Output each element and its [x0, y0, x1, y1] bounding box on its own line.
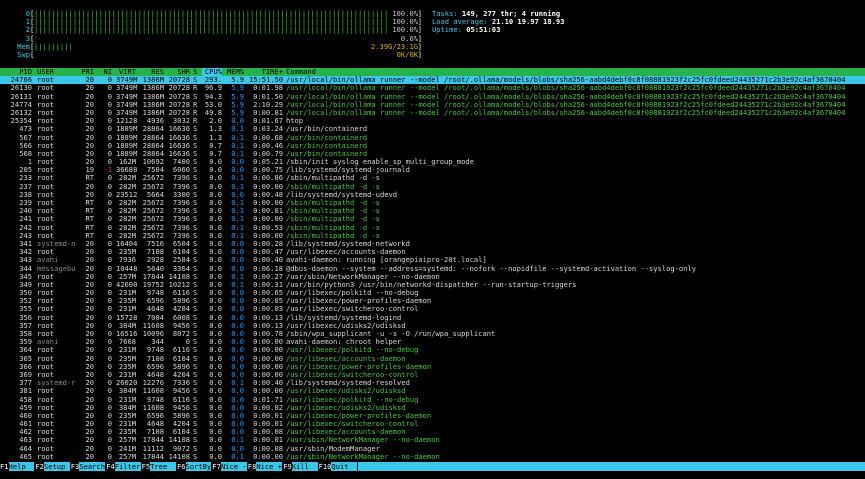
meter-fill: ||||||||||||||||||||||||||||||||||||||||…: [34, 10, 418, 18]
meter-swp: Swp[||||||||||||||||||||||||||||||||||||…: [0, 49, 428, 60]
cell-ni: 0: [107, 451, 112, 461]
function-key-bar-fill: [358, 462, 865, 471]
fkey-code: F6: [177, 462, 186, 471]
meter-track: ||||||||||||||||||||||||||||||||||||||||…: [34, 35, 418, 43]
function-key-quit[interactable]: F10Quit: [318, 462, 358, 471]
cell-command: /usr/local/bin/ollama runner --model /ro…: [286, 107, 846, 117]
function-key-help[interactable]: F1Help: [0, 462, 35, 471]
meter-0: 0[||||||||||||||||||||||||||||||||||||||…: [0, 9, 428, 19]
fkey-code: F4: [106, 462, 115, 471]
fkey-code: F5: [141, 462, 151, 471]
cell-user: root: [37, 451, 55, 461]
cell-pri: 20: [85, 451, 94, 461]
table-row[interactable]: 465 root 20 0 257M 17844 14108 S 0.0 0.1 0:00.00/u…: [0, 451, 865, 461]
meter-1: 1[||||||||||||||||||||||||||||||||||||||…: [0, 17, 428, 27]
cell-time: 0:00.00: [253, 451, 283, 461]
function-key-sortby[interactable]: F6SortBy: [177, 462, 212, 471]
uptime-line: Uptime: 05:51:03: [432, 25, 501, 35]
cell-mem: 0.1: [231, 451, 244, 461]
meters-panel: 0[||||||||||||||||||||||||||||||||||||||…: [0, 9, 428, 60]
fkey-label: Filter: [114, 462, 141, 471]
fkey-label: Nice -: [220, 462, 247, 471]
fkey-label: Kill: [291, 462, 318, 471]
fkey-label: Help: [8, 462, 35, 471]
fkey-code: F7: [212, 462, 221, 471]
fkey-code: F3: [70, 462, 80, 471]
cell-pid: 465: [19, 451, 32, 461]
function-key-bar: F1Help F2Setup F3Search F4Filter F5Tree F6Sor…: [0, 462, 865, 471]
function-key-nice[interactable]: F7Nice -: [212, 462, 247, 471]
fkey-label: Tree: [150, 462, 176, 471]
cell-cpu: 0.0: [209, 451, 222, 461]
fkey-code: F9: [283, 462, 292, 471]
meter-fill: ||||||||||||||||||||||||||||||||||||||||…: [34, 18, 418, 27]
function-key-tree[interactable]: F5Tree: [141, 462, 176, 471]
meter-track: ||||||||||||||||||||||||||||||||||||||||…: [34, 26, 418, 34]
fkey-label: Search: [79, 462, 106, 471]
function-key-nice[interactable]: F8Nice +: [247, 462, 283, 471]
fkey-code: F2: [35, 462, 44, 471]
fkey-code: F8: [247, 462, 257, 471]
function-key-filter[interactable]: F4Filter: [106, 462, 141, 471]
function-key-search[interactable]: F3Search: [70, 462, 106, 471]
meter-bracket-right: ]: [417, 49, 422, 59]
meter-track: ||||||||||||||||||||||||||||||||||||||||…: [34, 51, 418, 59]
function-key-setup[interactable]: F2Setup: [35, 462, 70, 471]
meter-fill: ||||||||||||||||||||||||||||||||||||||||…: [34, 42, 73, 51]
function-key-kill[interactable]: F9Kill: [283, 462, 318, 471]
fkey-label: Setup: [43, 462, 70, 471]
fkey-label: SortBy: [185, 462, 212, 471]
cell-command: /usr/sbin/NetworkManager --no-daemon: [286, 451, 440, 461]
fkey-label: Quit: [331, 462, 358, 471]
fkey-code: F10: [318, 462, 332, 471]
meter-fill: ||||||||||||||||||||||||||||||||||||||||…: [34, 26, 418, 35]
meter-track: ||||||||||||||||||||||||||||||||||||||||…: [34, 43, 418, 51]
fkey-code: F1: [0, 462, 9, 471]
system-stats: Tasks: 149, 277 thr; 4 running Load aver…: [432, 9, 564, 35]
cell-shr: 14108: [168, 451, 190, 461]
meter-3: 3[||||||||||||||||||||||||||||||||||||||…: [0, 34, 428, 43]
meter-track: ||||||||||||||||||||||||||||||||||||||||…: [34, 10, 418, 18]
meter-value: 0K/0K: [394, 49, 418, 60]
process-list: 24766 root 20 0 3749M 1386M 20728 S 293. 5.9 15:51…: [0, 75, 865, 461]
cell-res: 17844: [142, 451, 164, 461]
fkey-label: Nice +: [256, 462, 283, 471]
cell-state: S: [193, 451, 198, 461]
meter-label: Swp: [17, 49, 30, 59]
meter-track: ||||||||||||||||||||||||||||||||||||||||…: [34, 18, 418, 26]
meter-fill: ||||||||||||||||||||||||||||||||||||||||…: [34, 34, 37, 43]
meter-2: 2[||||||||||||||||||||||||||||||||||||||…: [0, 26, 428, 35]
cell-virt: 257M: [118, 451, 136, 461]
meter-mem: Mem[||||||||||||||||||||||||||||||||||||…: [0, 42, 428, 51]
